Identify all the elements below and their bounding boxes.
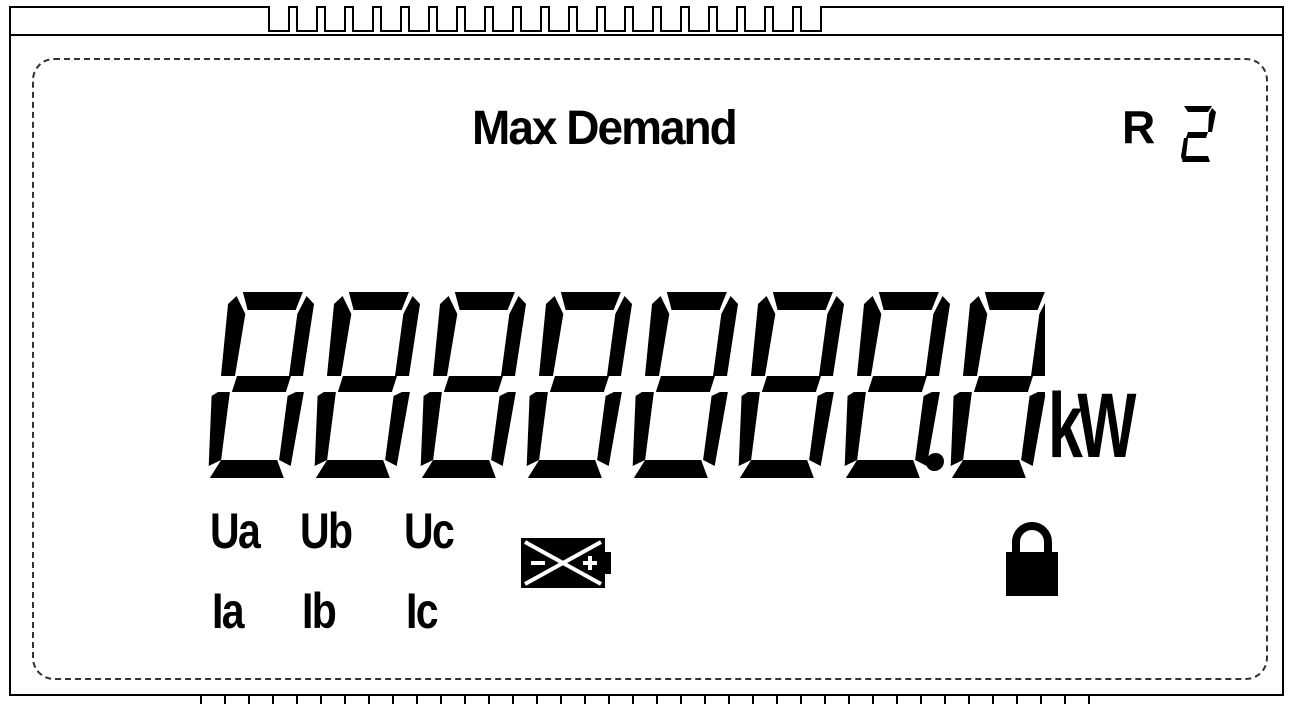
connector-pin [408,6,430,32]
phase-voltage-c: Uc [404,503,455,559]
connector-pin [744,6,766,32]
register-digit [1181,106,1216,162]
connector-pin [716,6,738,32]
bottom-connector-pins [200,694,1100,704]
lock-icon [1006,522,1058,596]
connector-pin [296,6,318,32]
battery-fault-icon [521,538,611,588]
connector-pin [268,6,290,32]
phase-current-a: Ia [212,583,245,639]
unit-label: kW [1048,375,1136,477]
panel-top-rule [9,34,1284,36]
segment-b [1208,108,1216,132]
connector-pin [436,6,458,32]
connector-pin [604,6,626,32]
phase-current-b: Ib [302,583,337,639]
phase-voltage-b: Ub [300,503,353,559]
connector-pin [492,6,514,32]
connector-pin [352,6,374,32]
connector-pin [576,6,598,32]
connector-pin [548,6,570,32]
phase-current-c: Ic [406,583,439,639]
segment-d [1182,156,1210,162]
connector-pin [660,6,682,32]
display-title: Max Demand [472,99,738,155]
connector-pin [688,6,710,32]
connector-pin [520,6,542,32]
top-connector-pins [268,6,822,32]
main-digit-display [205,292,1045,478]
phase-voltage-a: Ua [210,503,261,559]
connector-pin [632,6,654,32]
segment-a [1184,106,1212,112]
connector-pin [772,6,794,32]
connector-pin [324,6,346,32]
connector-pin [800,6,822,32]
register-label: R [1122,101,1156,153]
connector-pin [380,6,402,32]
connector-pin [464,6,486,32]
segment-g [1186,132,1208,138]
